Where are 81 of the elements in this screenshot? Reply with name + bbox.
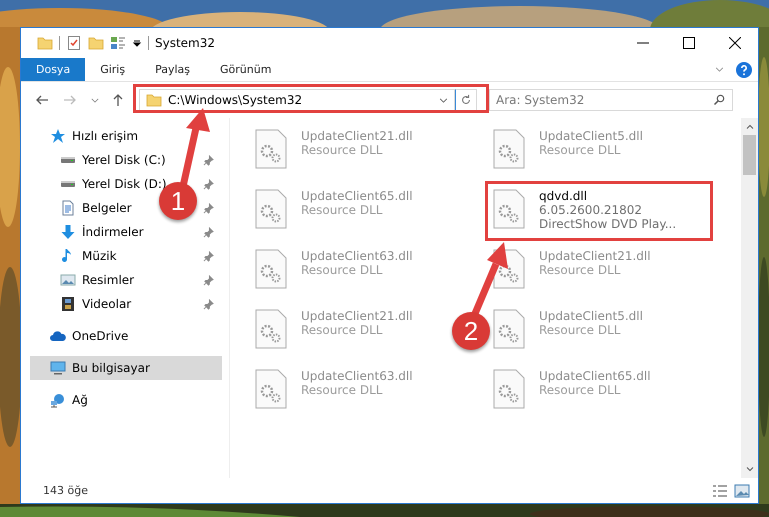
file-detail: Resource DLL — [301, 143, 382, 157]
pin-icon[interactable] — [203, 250, 214, 262]
up-icon[interactable] — [111, 93, 125, 107]
drive-icon — [60, 180, 76, 188]
item-count: 143 öğe — [43, 484, 88, 497]
network-icon — [50, 392, 66, 408]
dll-file-icon[interactable] — [493, 369, 525, 409]
sidebar-item[interactable]: Bu bilgisayar — [72, 361, 150, 375]
sidebar-item[interactable]: OneDrive — [72, 329, 128, 343]
back-icon[interactable] — [35, 93, 49, 107]
file-detail: 6.05.2600.21802 — [539, 203, 642, 217]
refresh-icon — [460, 94, 472, 106]
close-icon — [729, 37, 741, 49]
search-icon — [713, 94, 725, 106]
maximize-icon — [683, 37, 695, 49]
sidebar-item[interactable]: Ağ — [72, 393, 88, 407]
sidebar-item[interactable]: Hızlı erişim — [72, 129, 138, 143]
forward-icon[interactable] — [63, 93, 77, 107]
file-detail: Resource DLL — [539, 143, 620, 157]
scroll-down-icon[interactable] — [746, 467, 754, 472]
sidebar-item[interactable]: Resimler — [82, 273, 134, 287]
pin-icon[interactable] — [203, 154, 214, 166]
file-detail: Resource DLL — [301, 263, 382, 277]
search-field[interactable]: Ara: System32 — [489, 89, 733, 111]
folder-icon — [146, 92, 162, 108]
file-detail: DirectShow DVD Play... — [539, 217, 676, 231]
sidebar-item[interactable]: Yerel Disk (C:) — [82, 153, 166, 167]
view-icon[interactable] — [110, 35, 126, 51]
file-detail: Resource DLL — [539, 383, 620, 397]
docs-icon — [60, 200, 76, 216]
sidebar-item[interactable]: Belgeler — [82, 201, 132, 215]
customize-dropdown-icon[interactable] — [132, 38, 142, 48]
dll-file-icon[interactable] — [255, 249, 287, 289]
dll-file-icon[interactable] — [493, 129, 525, 169]
ribbon-tab[interactable]: Paylaş — [140, 58, 205, 81]
file-detail: Resource DLL — [301, 383, 382, 397]
large-icons-view-icon[interactable] — [734, 482, 750, 498]
folder-icon[interactable] — [37, 35, 53, 51]
dll-file-icon[interactable] — [493, 309, 525, 349]
drive-icon — [60, 156, 76, 164]
computer-icon — [50, 360, 66, 376]
window-title: System32 — [155, 36, 216, 50]
recent-locations-icon[interactable] — [91, 98, 99, 102]
history-dropdown-icon[interactable] — [439, 98, 448, 102]
file-name[interactable]: qdvd.dll — [539, 189, 588, 203]
ribbon-tab[interactable]: Giriş — [85, 58, 140, 81]
new-folder-icon[interactable] — [88, 35, 104, 51]
refresh-button[interactable] — [455, 89, 477, 111]
ribbon-tab[interactable]: Görünüm — [205, 58, 286, 81]
details-view-icon[interactable] — [712, 482, 728, 498]
download-icon — [60, 224, 76, 240]
dll-file-icon[interactable] — [255, 309, 287, 349]
dll-file-icon[interactable] — [493, 189, 525, 229]
file-detail: Resource DLL — [539, 323, 620, 337]
pin-icon[interactable] — [203, 226, 214, 238]
pin-icon[interactable] — [203, 202, 214, 214]
expand-ribbon-icon[interactable] — [715, 67, 724, 72]
help-icon[interactable] — [736, 62, 752, 78]
scrollbar[interactable] — [741, 118, 758, 478]
sidebar-item[interactable]: Videolar — [82, 297, 132, 311]
dll-file-icon[interactable] — [255, 369, 287, 409]
minimize-icon — [637, 42, 649, 44]
selected-row[interactable]: Bu bilgisayar — [30, 356, 222, 380]
file-detail: Resource DLL — [301, 203, 382, 217]
sidebar-item[interactable]: İndirmeler — [82, 225, 144, 239]
file-detail: Resource DLL — [301, 323, 382, 337]
star-icon — [50, 128, 66, 144]
sidebar-item[interactable]: Müzik — [82, 249, 117, 263]
properties-icon[interactable] — [66, 35, 82, 51]
pin-icon[interactable] — [203, 298, 214, 310]
pictures-icon — [60, 272, 76, 288]
ribbon-tab[interactable]: Dosya — [21, 58, 86, 81]
scrollbar-thumb[interactable] — [743, 135, 756, 175]
address-path: C:\Windows\System32 — [168, 93, 304, 107]
pin-icon[interactable] — [203, 274, 214, 286]
dll-file-icon[interactable] — [255, 189, 287, 229]
pin-icon[interactable] — [203, 178, 214, 190]
file-detail: Resource DLL — [539, 263, 620, 277]
scroll-up-icon[interactable] — [746, 124, 754, 129]
dll-file-icon[interactable] — [255, 129, 287, 169]
video-icon — [60, 296, 76, 312]
